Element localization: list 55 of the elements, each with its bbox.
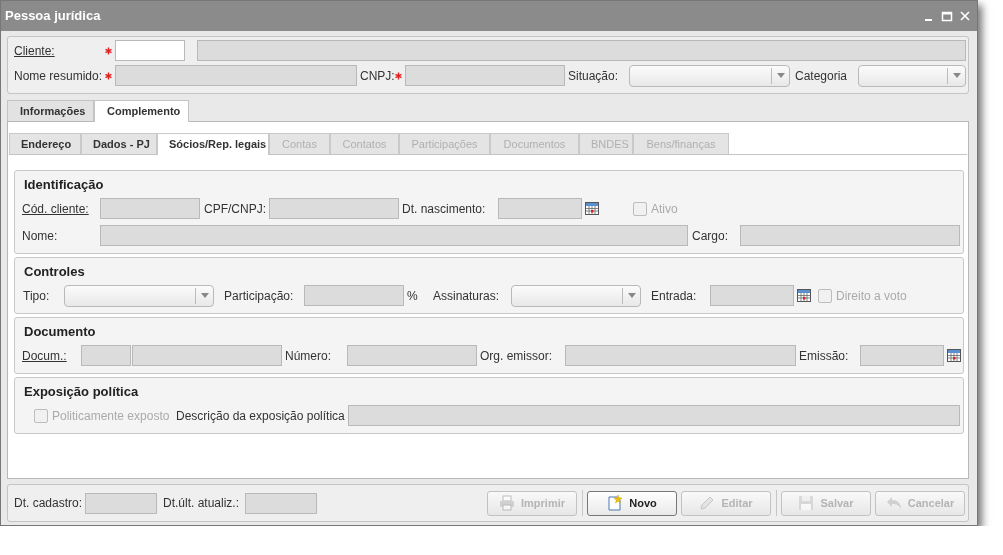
caret-icon — [627, 293, 636, 298]
field-label: Org. emissor: — [480, 347, 553, 365]
caret-icon — [200, 293, 209, 298]
field-link[interactable]: Docum.: — [22, 346, 67, 365]
field-label: CPF/CNPJ: — [204, 200, 266, 218]
calendar-icon[interactable] — [797, 289, 811, 302]
section-title: Identificação — [24, 177, 105, 193]
tab[interactable]: Complemento — [94, 100, 189, 122]
field-label: Número: — [285, 347, 332, 365]
tab[interactable]: Dados - PJ — [81, 133, 157, 154]
floppy-icon — [798, 495, 815, 511]
section-title: Controles — [24, 264, 86, 280]
field-label: Assinaturas: — [433, 287, 501, 305]
undo-icon — [885, 495, 902, 511]
tab[interactable]: Endereço — [9, 133, 81, 154]
printer-icon — [499, 495, 515, 511]
caret-icon — [776, 73, 785, 78]
calendar-icon[interactable] — [947, 349, 961, 362]
dropdown-field[interactable] — [64, 284, 214, 307]
calendar-icon[interactable] — [585, 202, 599, 215]
button[interactable]: Novo — [587, 490, 677, 516]
maximize-button[interactable] — [941, 10, 953, 22]
section-title: Documento — [24, 324, 97, 340]
field-label: Nome resumido: — [14, 67, 102, 85]
section-title: Exposição política — [24, 384, 140, 400]
field-label: CNPJ: — [360, 67, 394, 85]
field-label: Dt.últ. atualiz.: — [163, 495, 241, 512]
field-label: Nome: — [22, 227, 59, 245]
input-field[interactable] — [115, 40, 185, 61]
field-link[interactable]: Cód. cliente: — [22, 199, 100, 218]
checkbox-label: Ativo — [651, 200, 678, 218]
field-label: Participação: — [224, 287, 295, 305]
tab[interactable]: Sócios/Rep. legais — [157, 133, 269, 155]
checkbox-label: Politicamente exposto — [52, 407, 170, 425]
field-label: Dt. nascimento: — [402, 200, 487, 218]
field-label: Tipo: — [23, 287, 51, 305]
field-label: Categoria — [795, 67, 849, 85]
tab[interactable]: Informações — [7, 100, 94, 121]
field-label: Entrada: — [651, 287, 698, 305]
dropdown-field[interactable] — [629, 64, 790, 87]
field-label: Cargo: — [692, 227, 730, 245]
pencil-icon — [699, 495, 716, 511]
checkbox-label: Direito a voto — [836, 287, 907, 305]
dropdown-field[interactable] — [511, 284, 641, 307]
caret-icon — [952, 73, 961, 78]
field-label: Situação: — [568, 67, 620, 85]
field-label: Descrição da exposição política — [176, 407, 346, 425]
field-label: Dt. cadastro: — [14, 495, 82, 512]
field-label: Emissão: — [799, 347, 850, 365]
close-button[interactable] — [959, 10, 971, 22]
new-document-icon — [607, 495, 624, 511]
field-link[interactable]: Cliente: — [14, 41, 74, 60]
field-label: % — [407, 287, 419, 305]
dropdown-field[interactable] — [858, 64, 966, 87]
window-title: Pessoa jurídica — [5, 7, 101, 26]
